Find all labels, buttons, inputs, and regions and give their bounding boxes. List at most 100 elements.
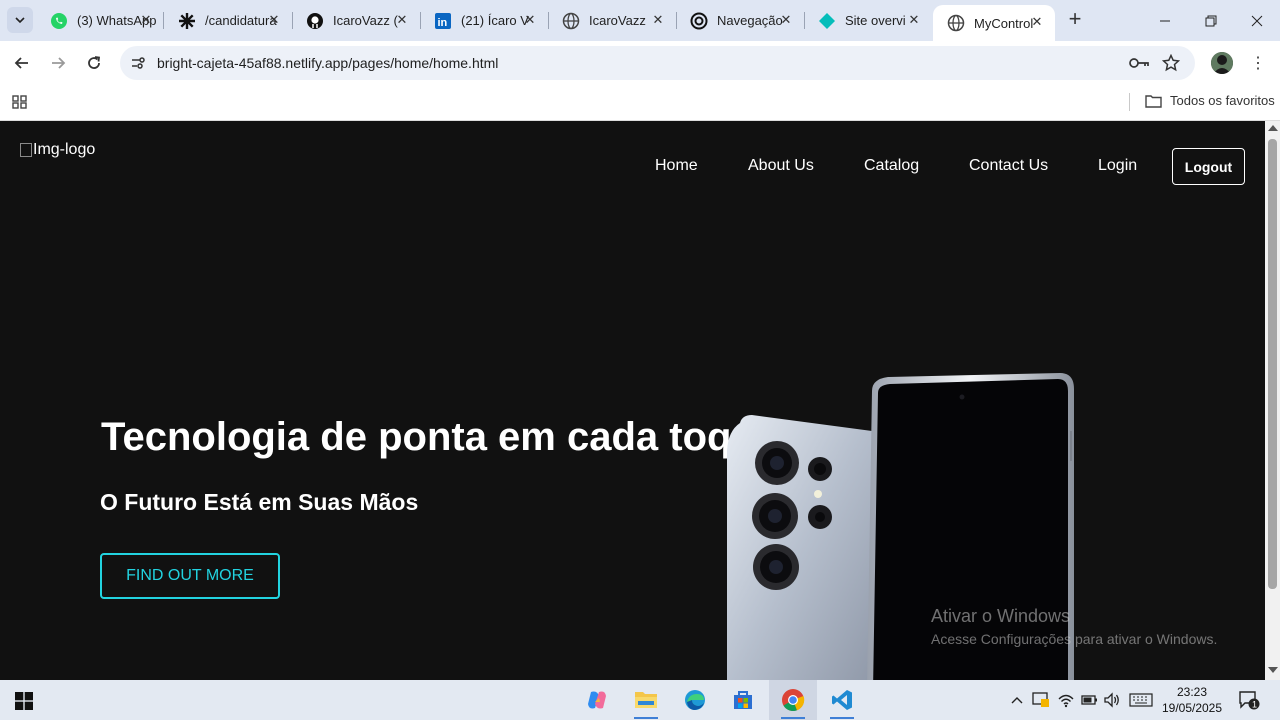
folder-icon <box>1145 94 1162 108</box>
tab-icarovazz[interactable]: IcaroVazz ✕ <box>548 0 676 41</box>
password-key-icon[interactable] <box>1128 53 1150 73</box>
logout-button[interactable]: Logout <box>1172 148 1245 185</box>
clock-date: 19/05/2025 <box>1161 701 1223 715</box>
windows-start-icon[interactable] <box>15 692 33 710</box>
scroll-up-arrow-icon[interactable] <box>1268 125 1278 131</box>
bookmarks-bar: Todos os favoritos <box>0 85 1280 121</box>
arrow-right-icon <box>52 57 66 69</box>
close-icon[interactable]: ✕ <box>138 12 154 28</box>
whatsapp-icon <box>50 12 68 30</box>
reload-button[interactable] <box>80 49 108 77</box>
vscode-icon <box>832 690 852 710</box>
tray-overflow-chevron-icon[interactable] <box>1007 690 1027 710</box>
linkedin-icon: in <box>434 12 452 30</box>
profile-avatar[interactable] <box>1211 52 1233 74</box>
site-info-icon[interactable] <box>128 53 148 73</box>
apps-grid-icon[interactable] <box>11 93 29 111</box>
taskbar-copilot[interactable] <box>573 680 621 720</box>
tab-whatsapp[interactable]: (3) WhatsApp ✕ <box>36 0 164 41</box>
hero-title: Tecnologia de ponta em cada toque <box>101 415 779 459</box>
activation-watermark-title: Ativar o Windows <box>931 606 1071 626</box>
tab-search-button[interactable] <box>7 7 33 33</box>
camera-lens <box>753 544 799 590</box>
asterisk-icon <box>178 12 196 30</box>
tab-mycontrol[interactable]: MyControl ✕ <box>933 5 1055 41</box>
store-icon <box>734 691 752 709</box>
copilot-icon <box>588 691 606 709</box>
nav-home[interactable]: Home <box>655 157 698 175</box>
notification-center-icon[interactable]: 1 <box>1238 690 1260 710</box>
minimize-button[interactable] <box>1142 0 1188 41</box>
close-icon[interactable]: ✕ <box>394 12 410 28</box>
address-bar[interactable]: bright-cajeta-45af88.netlify.app/pages/h… <box>120 46 1195 80</box>
openai-icon <box>690 12 708 30</box>
netlify-icon <box>818 12 836 30</box>
close-icon <box>1251 15 1263 26</box>
taskbar-edge[interactable] <box>671 680 719 720</box>
tab-navegacao[interactable]: Navegação ✕ <box>676 0 804 41</box>
browser-toolbar: bright-cajeta-45af88.netlify.app/pages/h… <box>0 41 1280 85</box>
url-text[interactable]: bright-cajeta-45af88.netlify.app/pages/h… <box>157 55 498 71</box>
activation-watermark-text: Acesse Configurações para ativar o Windo… <box>931 631 1218 647</box>
edge-icon <box>685 690 705 710</box>
battery-icon[interactable] <box>1079 690 1099 710</box>
taskbar-file-explorer[interactable] <box>622 680 670 720</box>
tab-site-overview[interactable]: Site overvi ✕ <box>804 0 932 41</box>
logo-alt-text: Img-logo <box>33 141 96 158</box>
camera-lens <box>755 441 799 485</box>
nav-contact-us[interactable]: Contact Us <box>969 157 1048 175</box>
globe-icon <box>562 12 580 30</box>
windows-taskbar: 23:23 19/05/2025 1 <box>0 680 1280 720</box>
page-viewport: Img-logo Home About Us Catalog Contact U… <box>0 121 1265 680</box>
tray-security-icon[interactable] <box>1031 690 1051 710</box>
forward-button[interactable] <box>44 49 72 77</box>
taskbar-store[interactable] <box>719 680 767 720</box>
chrome-icon <box>782 689 805 712</box>
close-icon[interactable]: ✕ <box>266 12 282 28</box>
hero-subtitle: O Futuro Está em Suas Mãos <box>100 489 419 515</box>
wifi-icon[interactable] <box>1056 690 1076 710</box>
new-tab-button[interactable]: + <box>1063 8 1087 32</box>
close-icon[interactable]: ✕ <box>778 12 794 28</box>
notification-count: 1 <box>1252 700 1257 710</box>
taskbar-chrome[interactable] <box>769 680 817 720</box>
nav-login[interactable]: Login <box>1098 157 1137 175</box>
github-icon <box>306 12 324 30</box>
bookmark-star-icon[interactable] <box>1160 53 1182 73</box>
nav-about-us[interactable]: About Us <box>748 157 814 175</box>
more-menu-icon[interactable]: ⋮ <box>1248 52 1268 74</box>
scroll-down-arrow-icon[interactable] <box>1268 667 1278 673</box>
tab-candidatura[interactable]: /candidatura ✕ <box>164 0 292 41</box>
nav-catalog[interactable]: Catalog <box>864 157 919 175</box>
tab-linkedin[interactable]: in (21) Ícaro V ✕ <box>420 0 548 41</box>
close-icon[interactable]: ✕ <box>522 12 538 28</box>
taskbar-clock[interactable]: 23:23 19/05/2025 <box>1156 684 1228 716</box>
keyboard-icon[interactable] <box>1128 690 1154 710</box>
bookmarks-folder-label: Todos os favoritos <box>1170 93 1275 108</box>
scrollbar-thumb[interactable] <box>1268 139 1277 589</box>
restore-button[interactable] <box>1188 0 1234 41</box>
close-icon[interactable]: ✕ <box>650 12 666 28</box>
site-logo[interactable]: Img-logo <box>20 141 95 159</box>
clock-time: 23:23 <box>1176 685 1208 699</box>
close-icon[interactable]: ✕ <box>1029 14 1045 30</box>
tab-github[interactable]: IcaroVazz ( ✕ <box>292 0 420 41</box>
reload-icon <box>88 56 101 69</box>
svg-text:in: in <box>438 17 448 29</box>
arrow-left-icon <box>14 57 28 69</box>
chevron-down-icon <box>15 17 25 24</box>
globe-icon <box>947 14 965 32</box>
all-bookmarks-folder[interactable]: Todos os favoritos <box>1145 93 1275 108</box>
broken-image-icon <box>20 143 32 157</box>
window-close-button[interactable] <box>1234 0 1280 41</box>
back-button[interactable] <box>8 49 36 77</box>
taskbar-vscode[interactable] <box>818 680 866 720</box>
find-out-more-button[interactable]: FIND OUT MORE <box>100 553 280 599</box>
minimize-icon <box>1160 20 1170 21</box>
camera-lens <box>752 493 798 539</box>
volume-icon[interactable] <box>1102 690 1122 710</box>
close-icon[interactable]: ✕ <box>906 12 922 28</box>
restore-icon <box>1205 15 1217 26</box>
folder-icon <box>635 692 657 708</box>
page-scrollbar[interactable] <box>1265 121 1280 680</box>
